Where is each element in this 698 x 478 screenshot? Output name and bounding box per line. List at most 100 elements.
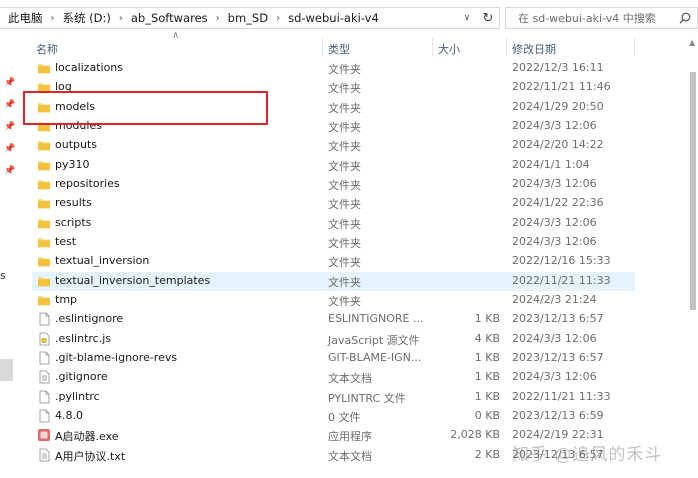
folder-icon bbox=[37, 138, 51, 152]
file-date: 2024/3/3 12:06 bbox=[512, 370, 597, 384]
file-name: .gitignore bbox=[55, 370, 108, 384]
breadcrumb-sd-webui[interactable]: sd-webui-aki-v4 bbox=[280, 11, 381, 25]
file-name: results bbox=[55, 196, 92, 210]
chevron-down-icon[interactable]: ∨ bbox=[458, 8, 476, 28]
nav-item-label[interactable]: s bbox=[0, 269, 6, 282]
file-date: 2022/12/3 16:11 bbox=[512, 61, 604, 74]
file-name: textual_inversion bbox=[55, 254, 150, 268]
file-type: 文件夹 bbox=[328, 236, 361, 250]
file-name: tmp bbox=[55, 292, 78, 306]
file-row[interactable]: .pylintrc PYLINTRC 文件 1 KB 2022/11/21 11:33 bbox=[32, 388, 635, 407]
file-name: .git-blame-ignore-revs bbox=[55, 350, 178, 364]
file-type: 文件夹 bbox=[328, 82, 361, 96]
file-type: 文本文档 bbox=[328, 449, 372, 463]
file-icon bbox=[37, 409, 51, 423]
pin-icon[interactable]: 📌 bbox=[4, 166, 15, 176]
file-size: 1 KB bbox=[474, 312, 500, 326]
file-row[interactable]: scripts 文件夹 2024/3/3 12:06 bbox=[32, 214, 635, 233]
search-box[interactable] bbox=[505, 7, 698, 29]
file-type: 文件夹 bbox=[328, 198, 361, 212]
file-name: scripts bbox=[55, 215, 92, 229]
file-row[interactable]: outputs 文件夹 2024/2/20 14:22 bbox=[32, 136, 635, 155]
folder-icon bbox=[37, 274, 51, 288]
scrollbar-thumb[interactable] bbox=[690, 72, 696, 310]
chevron-right-icon[interactable]: › bbox=[113, 13, 123, 24]
file-date: 2024/2/3 21:24 bbox=[512, 292, 597, 306]
search-input[interactable] bbox=[516, 10, 680, 26]
file-row[interactable]: tmp 文件夹 2024/2/3 21:24 bbox=[32, 291, 635, 310]
pin-icon[interactable]: 📌 bbox=[4, 122, 15, 132]
file-type: 文件夹 bbox=[328, 101, 361, 115]
column-type[interactable]: 类型 bbox=[328, 41, 350, 57]
text-file-icon bbox=[37, 370, 51, 384]
file-row[interactable]: .git-blame-ignore-revs GIT-BLAME-IGN... 1 … bbox=[32, 349, 635, 368]
file-type: 文件夹 bbox=[328, 256, 361, 270]
folder-icon bbox=[37, 293, 51, 307]
column-divider[interactable] bbox=[322, 38, 323, 56]
address-bar: 此电脑 › 系统 (D:) › ab_Softwares › bm_SD › sd-we… bbox=[0, 0, 698, 36]
breadcrumb-ab-softwares[interactable]: ab_Softwares bbox=[123, 11, 210, 25]
vertical-scrollbar[interactable]: ▲ bbox=[688, 36, 698, 478]
file-size: 2,028 KB bbox=[450, 428, 500, 442]
column-divider[interactable] bbox=[634, 38, 635, 56]
column-divider[interactable] bbox=[506, 38, 507, 56]
file-row[interactable]: .eslintignore ESLINTIGNORE ... 1 KB 2023/12… bbox=[32, 310, 635, 329]
breadcrumb-this-pc[interactable]: 此电脑 bbox=[0, 10, 45, 26]
file-icon bbox=[37, 312, 51, 326]
file-date: 2024/1/22 22:36 bbox=[512, 196, 604, 210]
file-date: 2024/3/3 12:06 bbox=[512, 176, 597, 190]
file-date: 2023/12/13 6:57 bbox=[512, 350, 604, 364]
file-type: GIT-BLAME-IGN... bbox=[328, 350, 422, 364]
chevron-right-icon[interactable]: › bbox=[270, 13, 280, 24]
pin-icon[interactable]: 📌 bbox=[4, 144, 15, 154]
file-type: PYLINTRC 文件 bbox=[328, 391, 406, 405]
file-name: 4.8.0 bbox=[55, 408, 83, 422]
breadcrumb-drive-d[interactable]: 系统 (D:) bbox=[55, 10, 113, 26]
file-row[interactable]: results 文件夹 2024/1/22 22:36 bbox=[32, 194, 635, 213]
file-row[interactable]: .eslintrc.js JavaScript 源文件 4 KB 2024/3/3 1… bbox=[32, 330, 635, 349]
file-name: .eslintignore bbox=[55, 312, 124, 326]
refresh-icon[interactable]: ↻ bbox=[478, 8, 498, 28]
file-size: 4 KB bbox=[474, 331, 500, 345]
file-type: 文件夹 bbox=[328, 294, 361, 308]
file-row[interactable]: localizations 文件夹 2022/12/3 16:11 bbox=[32, 59, 635, 78]
scroll-up-icon[interactable]: ▲ bbox=[689, 38, 695, 47]
breadcrumb[interactable]: 此电脑 › 系统 (D:) › ab_Softwares › bm_SD › sd-we… bbox=[0, 7, 500, 29]
chevron-right-icon[interactable]: › bbox=[45, 13, 55, 24]
nav-item-selected[interactable] bbox=[0, 359, 13, 381]
file-size: 1 KB bbox=[474, 389, 500, 403]
folder-icon bbox=[37, 216, 51, 230]
breadcrumb-bm-sd[interactable]: bm_SD bbox=[220, 11, 270, 25]
column-size[interactable]: 大小 bbox=[438, 41, 460, 57]
file-size: 0 KB bbox=[474, 408, 500, 422]
file-date: 2024/1/29 20:50 bbox=[512, 99, 604, 113]
column-divider[interactable] bbox=[432, 38, 433, 56]
watermark: 知乎 @追风的禾斗 bbox=[512, 445, 663, 465]
file-row[interactable]: py310 文件夹 2024/1/1 1:04 bbox=[32, 156, 635, 175]
folder-icon bbox=[37, 196, 51, 210]
pin-icon[interactable]: 📌 bbox=[4, 78, 15, 88]
file-name: .eslintrc.js bbox=[55, 331, 112, 345]
column-name[interactable]: 名称 bbox=[36, 41, 58, 57]
search-icon[interactable] bbox=[679, 12, 691, 24]
file-type: 文件夹 bbox=[328, 159, 361, 173]
file-type: 文件夹 bbox=[328, 140, 361, 154]
file-row[interactable]: repositories 文件夹 2024/3/3 12:06 bbox=[32, 175, 635, 194]
file-type: 文件夹 bbox=[328, 275, 361, 289]
file-type: 文件夹 bbox=[328, 63, 361, 76]
column-date[interactable]: 修改日期 bbox=[512, 41, 556, 57]
file-row[interactable]: textual_inversion_templates 文件夹 2022/11/21… bbox=[32, 271, 635, 291]
file-name: localizations bbox=[55, 61, 124, 74]
pin-icon[interactable]: 📌 bbox=[4, 100, 15, 110]
file-type: ESLINTIGNORE ... bbox=[328, 312, 424, 326]
file-row[interactable]: test 文件夹 2024/3/3 12:06 bbox=[32, 233, 635, 252]
file-date: 2024/3/3 12:06 bbox=[512, 331, 597, 345]
file-date: 2022/12/16 15:33 bbox=[512, 254, 611, 268]
text-file-icon bbox=[37, 448, 51, 462]
exe-icon bbox=[37, 428, 51, 442]
file-row[interactable]: textual_inversion 文件夹 2022/12/16 15:33 bbox=[32, 252, 635, 271]
chevron-right-icon[interactable]: › bbox=[210, 13, 220, 24]
file-date: 2022/11/21 11:33 bbox=[512, 273, 611, 287]
file-row[interactable]: 4.8.0 0 文件 0 KB 2023/12/13 6:59 bbox=[32, 407, 635, 426]
file-row[interactable]: .gitignore 文本文档 1 KB 2024/3/3 12:06 bbox=[32, 368, 635, 387]
